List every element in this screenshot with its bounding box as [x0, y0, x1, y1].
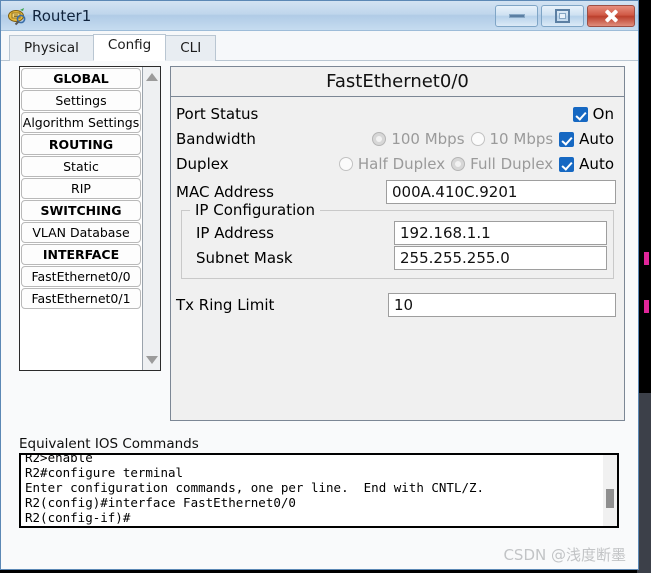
port-status-row: Port Status On	[176, 102, 616, 126]
console-scrollbar-thumb[interactable]	[606, 489, 614, 508]
scroll-down-arrow-icon[interactable]	[146, 356, 158, 364]
duplex-row: Duplex Half Duplex Full Duplex Auto	[176, 152, 616, 176]
sidebar-item-vlan-database[interactable]: VLAN Database	[21, 222, 141, 243]
panel-body: Port Status On Bandwidth 100 Mbps 10 Mbp…	[171, 97, 624, 317]
tx-ring-limit-label: Tx Ring Limit	[176, 296, 275, 314]
tab-config[interactable]: Config	[92, 34, 167, 61]
sidebar-item-list: GLOBAL Settings Algorithm Settings ROUTI…	[20, 67, 142, 370]
backdrop-mark	[644, 300, 649, 313]
ios-commands-text: R2>enable R2#configure terminal Enter co…	[25, 453, 485, 525]
backdrop-strip	[637, 393, 651, 573]
duplex-auto-label: Auto	[579, 155, 614, 173]
ip-configuration-group: IP Configuration IP Address 192.168.1.1 …	[181, 201, 614, 279]
bandwidth-100mbps-label: 100 Mbps	[391, 130, 465, 148]
tab-bar: Physical Config CLI	[1, 31, 638, 61]
ip-configuration-legend: IP Configuration	[190, 201, 320, 219]
ios-commands-console[interactable]: R2>enable R2#configure terminal Enter co…	[19, 453, 619, 528]
tx-ring-limit-row: Tx Ring Limit 10	[176, 293, 616, 317]
equivalent-ios-commands-label: Equivalent IOS Commands	[19, 436, 199, 452]
bandwidth-10mbps-label: 10 Mbps	[489, 130, 554, 148]
panel-title: FastEthernet0/0	[171, 67, 624, 97]
config-sidebar: GLOBAL Settings Algorithm Settings ROUTI…	[19, 66, 161, 371]
watermark: CSDN @浅度断墨	[503, 546, 626, 564]
bandwidth-label: Bandwidth	[176, 130, 256, 148]
backdrop-mark	[644, 252, 649, 265]
sidebar-item-fastethernet0-1[interactable]: FastEthernet0/1	[21, 288, 141, 309]
duplex-label: Duplex	[176, 155, 229, 173]
window-title: Router1	[32, 6, 92, 25]
bandwidth-auto-label: Auto	[579, 130, 614, 148]
close-icon	[603, 8, 619, 24]
tab-cli[interactable]: CLI	[165, 35, 217, 61]
router-icon	[7, 6, 27, 26]
sidebar-item-fastethernet0-0[interactable]: FastEthernet0/0	[21, 266, 141, 287]
config-content: GLOBAL Settings Algorithm Settings ROUTI…	[1, 61, 638, 569]
sidebar-scrollbar[interactable]	[142, 67, 160, 370]
close-button[interactable]	[587, 4, 635, 27]
bandwidth-auto-checkbox[interactable]	[559, 131, 575, 147]
router-config-window: Router1 Physical Config CLI GLOBAL Setti…	[0, 0, 639, 570]
maximize-icon	[555, 8, 570, 23]
bandwidth-10mbps-radio[interactable]	[470, 132, 485, 146]
sidebar-item-settings[interactable]: Settings	[21, 90, 141, 111]
sidebar-item-algorithm-settings[interactable]: Algorithm Settings	[21, 112, 141, 133]
interface-config-panel: FastEthernet0/0 Port Status On Bandwidth…	[170, 66, 625, 421]
duplex-full-radio[interactable]	[451, 157, 466, 171]
subnet-mask-row: Subnet Mask 255.255.255.0	[188, 246, 607, 270]
port-status-checkbox[interactable]	[572, 106, 588, 122]
tx-ring-limit-input[interactable]: 10	[388, 293, 616, 317]
sidebar-item-global[interactable]: GLOBAL	[21, 68, 141, 89]
port-status-label: Port Status	[176, 105, 259, 123]
subnet-mask-label: Subnet Mask	[196, 249, 293, 267]
ip-address-label: IP Address	[196, 224, 274, 242]
duplex-full-label: Full Duplex	[470, 155, 554, 173]
ip-address-input[interactable]: 192.168.1.1	[394, 221, 607, 245]
scroll-up-arrow-icon[interactable]	[146, 73, 158, 81]
tab-physical[interactable]: Physical	[9, 35, 94, 61]
sidebar-item-rip[interactable]: RIP	[21, 178, 141, 199]
bandwidth-100mbps-radio[interactable]	[372, 132, 387, 146]
minimize-button[interactable]	[495, 4, 538, 27]
sidebar-item-switching[interactable]: SWITCHING	[21, 200, 141, 221]
mac-address-label: MAC Address	[176, 183, 274, 201]
duplex-half-radio[interactable]	[338, 157, 353, 171]
console-scrollbar[interactable]	[603, 455, 617, 526]
duplex-half-label: Half Duplex	[357, 155, 446, 173]
sidebar-item-interface[interactable]: INTERFACE	[21, 244, 141, 265]
port-status-on-label: On	[592, 105, 614, 123]
bandwidth-row: Bandwidth 100 Mbps 10 Mbps Auto	[176, 127, 616, 151]
mac-address-input[interactable]: 000A.410C.9201	[386, 180, 616, 204]
sidebar-item-static[interactable]: Static	[21, 156, 141, 177]
subnet-mask-input[interactable]: 255.255.255.0	[394, 246, 607, 270]
minimize-icon	[508, 13, 525, 18]
duplex-auto-checkbox[interactable]	[559, 156, 575, 172]
ip-address-row: IP Address 192.168.1.1	[188, 221, 607, 245]
sidebar-item-routing[interactable]: ROUTING	[21, 134, 141, 155]
maximize-button[interactable]	[541, 4, 584, 27]
title-bar: Router1	[1, 1, 638, 31]
